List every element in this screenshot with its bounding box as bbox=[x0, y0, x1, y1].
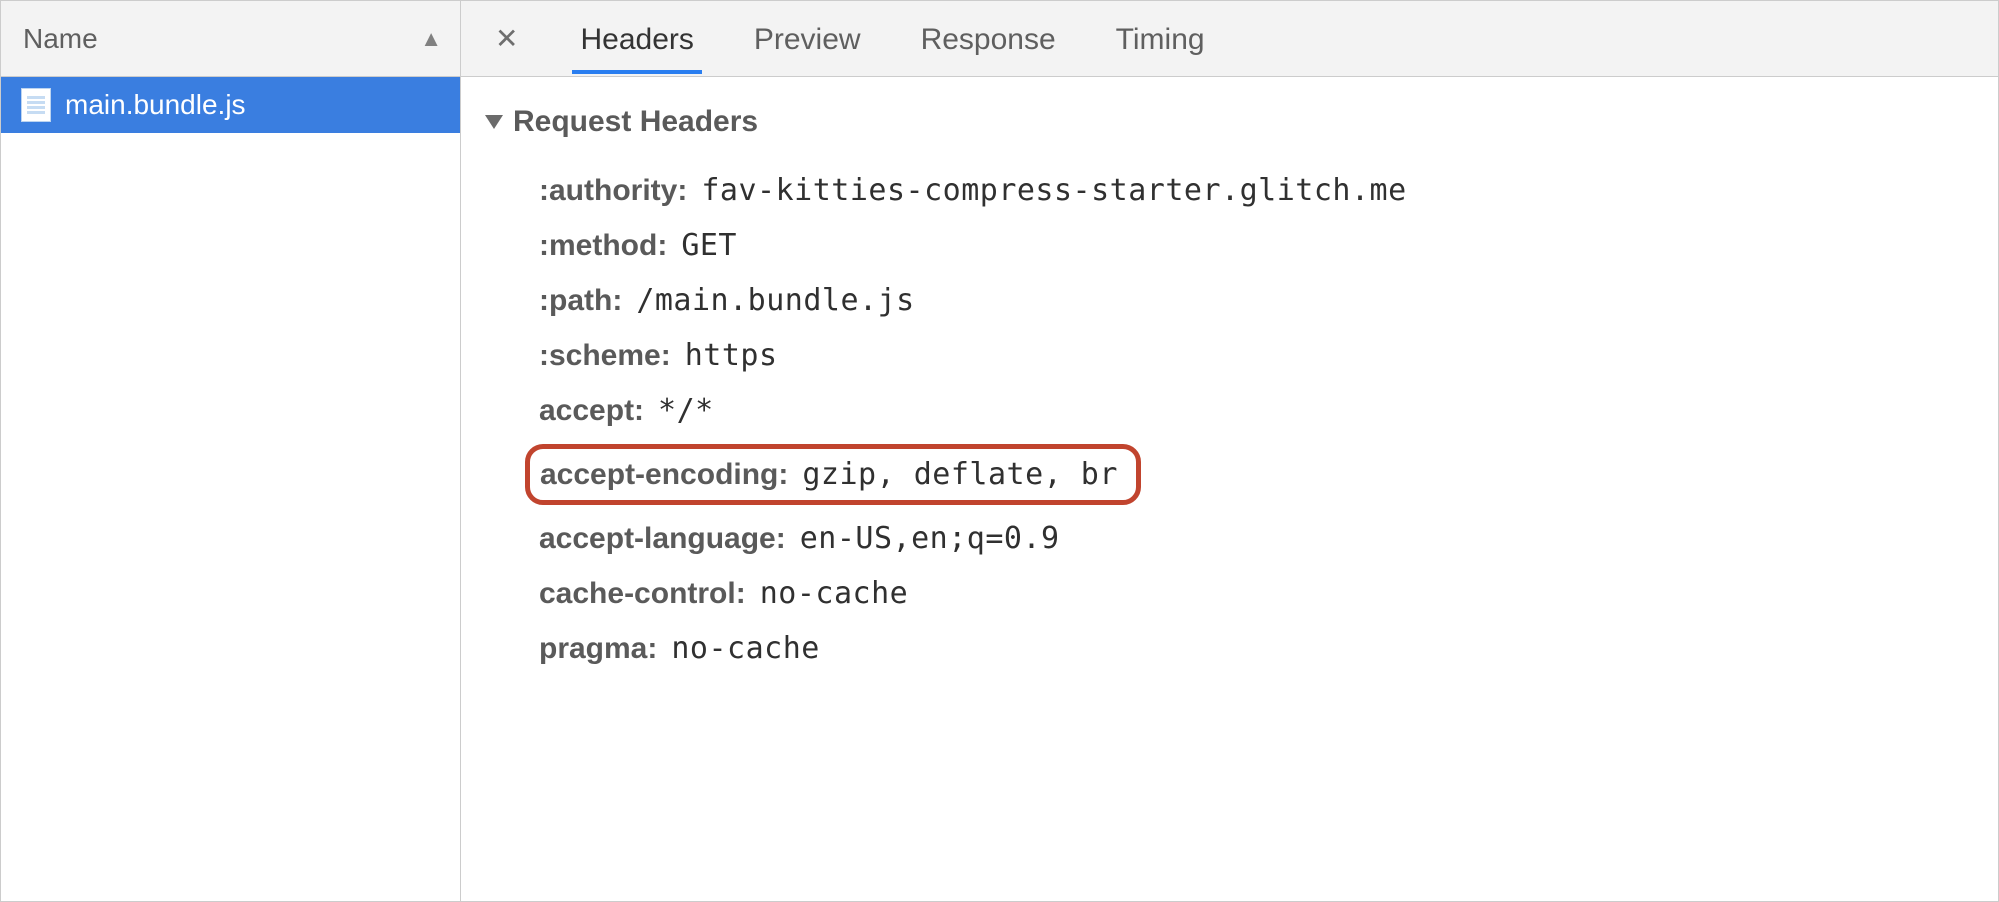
header-value: gzip, deflate, br bbox=[802, 457, 1118, 492]
request-filename: main.bundle.js bbox=[65, 89, 246, 121]
header-method: :method: GET bbox=[539, 218, 1962, 273]
sort-ascending-icon[interactable]: ▲ bbox=[420, 26, 442, 52]
name-column-header[interactable]: Name ▲ bbox=[1, 1, 460, 77]
detail-pane: ✕ Headers Preview Response Timing Reques… bbox=[461, 1, 1998, 901]
header-value: no-cache bbox=[671, 631, 820, 666]
header-name: pragma: bbox=[539, 632, 657, 666]
tab-preview[interactable]: Preview bbox=[750, 5, 865, 73]
tab-response[interactable]: Response bbox=[917, 5, 1060, 73]
header-name: :method: bbox=[539, 229, 667, 263]
tab-timing[interactable]: Timing bbox=[1112, 5, 1209, 73]
file-icon bbox=[21, 88, 51, 122]
request-list-pane: Name ▲ main.bundle.js bbox=[1, 1, 461, 901]
header-cache-control: cache-control: no-cache bbox=[539, 566, 1962, 621]
header-value: https bbox=[685, 338, 778, 373]
header-value: */* bbox=[658, 393, 714, 428]
close-icon[interactable]: ✕ bbox=[489, 18, 524, 59]
header-name: cache-control: bbox=[539, 577, 746, 611]
header-authority: :authority: fav-kitties-compress-starter… bbox=[539, 163, 1962, 218]
header-value: no-cache bbox=[760, 576, 909, 611]
request-row[interactable]: main.bundle.js bbox=[1, 77, 460, 133]
header-accept-encoding-highlight: accept-encoding: gzip, deflate, br bbox=[539, 438, 1962, 511]
request-headers-list: :authority: fav-kitties-compress-starter… bbox=[485, 163, 1962, 676]
header-pragma: pragma: no-cache bbox=[539, 621, 1962, 676]
network-panel: Name ▲ main.bundle.js ✕ Headers Preview … bbox=[0, 0, 1999, 902]
headers-body: Request Headers :authority: fav-kitties-… bbox=[461, 77, 1998, 676]
tab-headers[interactable]: Headers bbox=[576, 5, 697, 73]
header-value: fav-kitties-compress-starter.glitch.me bbox=[701, 173, 1406, 208]
detail-tabbar: ✕ Headers Preview Response Timing bbox=[461, 1, 1998, 77]
header-path: :path: /main.bundle.js bbox=[539, 273, 1962, 328]
header-accept-language: accept-language: en-US,en;q=0.9 bbox=[539, 511, 1962, 566]
section-title: Request Headers bbox=[513, 105, 758, 139]
header-name: accept: bbox=[539, 394, 644, 428]
header-value: GET bbox=[681, 228, 737, 263]
highlight-box: accept-encoding: gzip, deflate, br bbox=[525, 444, 1141, 505]
header-scheme: :scheme: https bbox=[539, 328, 1962, 383]
header-name: :authority: bbox=[539, 174, 687, 208]
header-name: :scheme: bbox=[539, 339, 671, 373]
header-name: accept-language: bbox=[539, 522, 786, 556]
header-name: accept-encoding: bbox=[540, 458, 788, 492]
header-accept: accept: */* bbox=[539, 383, 1962, 438]
name-column-label: Name bbox=[23, 23, 98, 55]
header-name: :path: bbox=[539, 284, 622, 318]
caret-down-icon bbox=[485, 115, 503, 129]
header-value: /main.bundle.js bbox=[636, 283, 914, 318]
header-value: en-US,en;q=0.9 bbox=[800, 521, 1060, 556]
request-headers-section-toggle[interactable]: Request Headers bbox=[485, 105, 1962, 139]
